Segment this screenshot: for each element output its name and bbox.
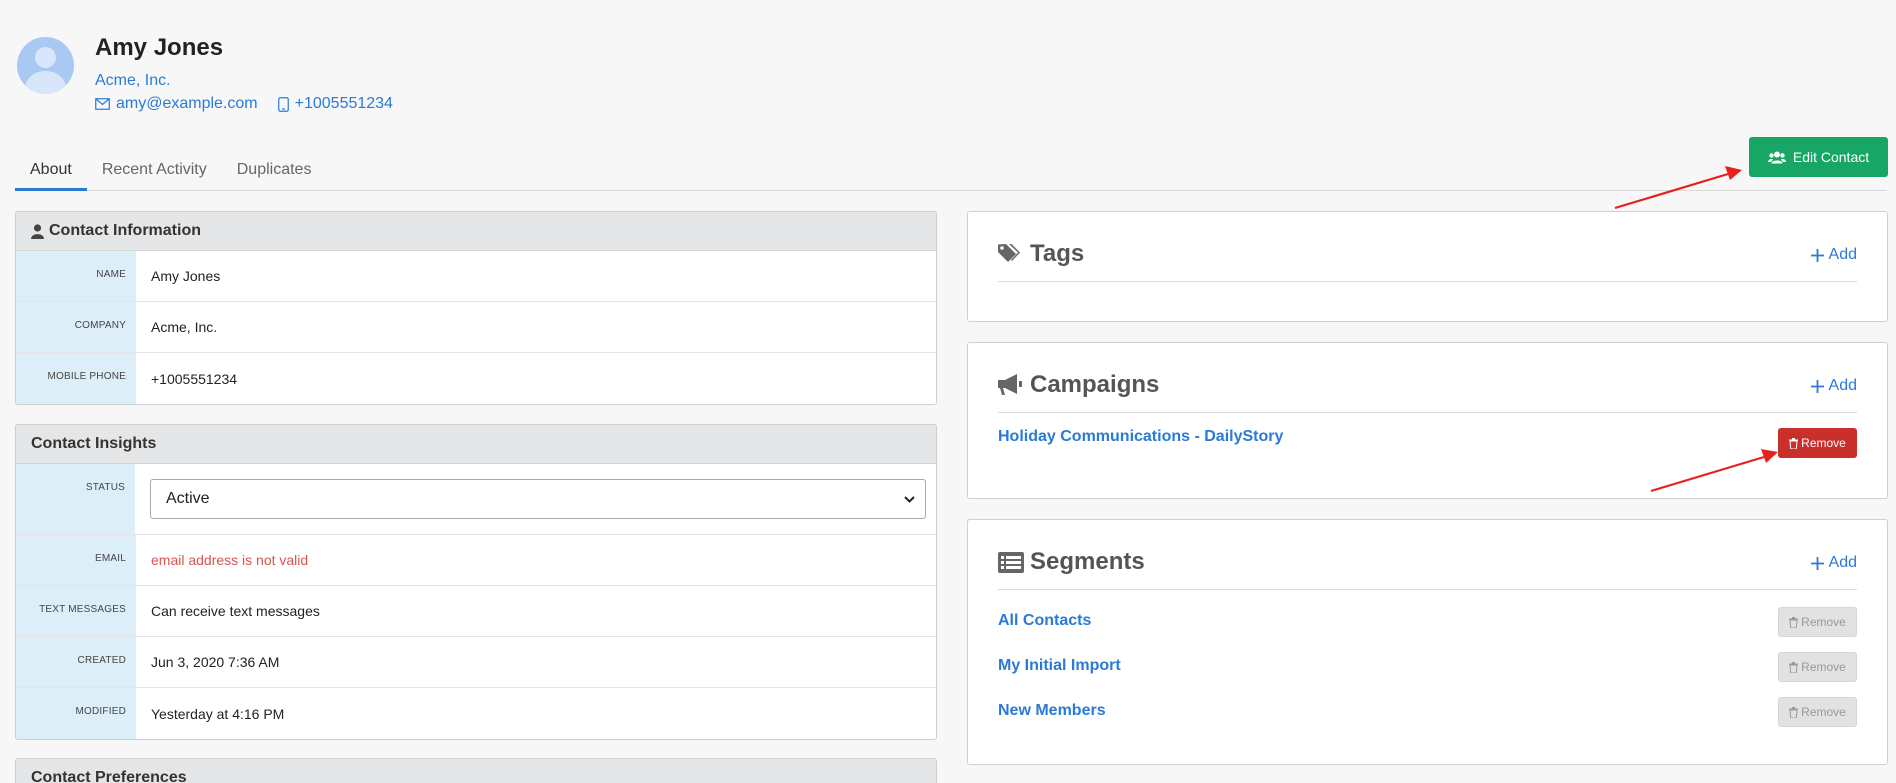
- status-select-value: Active: [166, 490, 210, 507]
- edit-contact-label: Edit Contact: [1792, 149, 1870, 165]
- contact-preferences-panel: Contact Preferences: [15, 758, 937, 783]
- insight-row-created: Created Jun 3, 2020 7:36 AM: [16, 637, 936, 688]
- tags-title-text: Tags: [1030, 240, 1085, 267]
- phone-text: +1005551234: [294, 95, 393, 112]
- company-link[interactable]: Acme, Inc.: [95, 72, 171, 90]
- campaigns-title: Campaigns: [998, 371, 1159, 399]
- remove-segment-label: Remove: [1801, 705, 1846, 719]
- campaigns-title-text: Campaigns: [1030, 371, 1160, 398]
- contact-preferences-header: Contact Preferences: [16, 759, 936, 783]
- contact-insights-panel: Contact Insights Status Active Email ema…: [15, 424, 937, 740]
- company-value-link[interactable]: Acme, Inc.: [136, 302, 936, 352]
- add-segment-label: Add: [1828, 554, 1857, 571]
- info-label: Mobile Phone: [16, 353, 136, 404]
- add-tag-label: Add: [1828, 246, 1857, 263]
- info-value: Amy Jones: [151, 268, 221, 284]
- remove-segment-label: Remove: [1801, 615, 1846, 629]
- trash-icon: [1789, 437, 1799, 449]
- list-icon: [998, 551, 1024, 573]
- plus-icon: [1810, 379, 1824, 393]
- tab-recent-activity[interactable]: Recent Activity: [87, 155, 222, 191]
- segments-title: Segments: [998, 548, 1145, 576]
- info-row-mobile-phone: Mobile Phone +1005551234: [16, 353, 936, 404]
- contact-insights-title: Contact Insights: [31, 435, 157, 452]
- add-campaign-label: Add: [1828, 377, 1857, 394]
- contact-information-panel: Contact Information Name Amy Jones Compa…: [15, 211, 937, 405]
- remove-segment-label: Remove: [1801, 660, 1846, 674]
- remove-segment-button[interactable]: Remove: [1778, 697, 1857, 727]
- user-icon: [31, 223, 44, 239]
- mobile-phone-value-link[interactable]: +1005551234: [136, 353, 936, 404]
- info-label: Company: [16, 302, 136, 352]
- remove-campaign-button[interactable]: Remove: [1778, 428, 1857, 458]
- avatar-head: [35, 47, 56, 68]
- tab-duplicates[interactable]: Duplicates: [222, 155, 327, 191]
- segment-item-link[interactable]: New Members: [998, 702, 1106, 720]
- contact-information-header: Contact Information: [16, 212, 936, 251]
- insight-row-email: Email email address is not valid: [16, 535, 936, 586]
- insight-row-text-messages: Text Messages Can receive text messages: [16, 586, 936, 637]
- insight-value: Yesterday at 4:16 PM: [151, 705, 285, 722]
- campaign-item-link[interactable]: Holiday Communications - DailyStory: [998, 428, 1283, 446]
- remove-segment-button[interactable]: Remove: [1778, 607, 1857, 637]
- users-icon: [1767, 151, 1786, 163]
- edit-contact-button[interactable]: Edit Contact: [1749, 137, 1888, 177]
- envelope-icon: [95, 98, 110, 110]
- campaigns-card: Campaigns Add Holiday Communications - D…: [967, 342, 1888, 499]
- insight-row-status: Status Active: [16, 464, 936, 535]
- add-tag-button[interactable]: Add: [1810, 246, 1857, 264]
- tags-card: Tags Add: [967, 211, 1888, 322]
- arrow-to-edit-contact: [1614, 166, 1742, 210]
- add-campaign-button[interactable]: Add: [1810, 377, 1857, 395]
- chevron-down-icon: [904, 495, 915, 503]
- tags-title: Tags: [998, 240, 1084, 268]
- contact-line: amy@example.com +1005551234: [95, 95, 393, 113]
- status-select[interactable]: Active: [150, 479, 926, 519]
- contact-insights-header: Contact Insights: [16, 425, 936, 464]
- campaigns-divider: [998, 412, 1857, 413]
- contact-name-heading: Amy Jones: [95, 34, 224, 61]
- segments-divider: [998, 589, 1857, 590]
- email-status-error: email address is not valid: [151, 552, 309, 568]
- contact-preferences-title: Contact Preferences: [31, 769, 187, 783]
- plus-icon: [1810, 556, 1824, 570]
- segment-item-link[interactable]: My Initial Import: [998, 657, 1121, 675]
- segments-card: Segments Add All Contacts Remove My Init…: [967, 519, 1888, 765]
- email-link[interactable]: amy@example.com: [95, 95, 258, 113]
- plus-icon: [1810, 248, 1824, 262]
- insight-label: Email: [16, 535, 136, 585]
- remove-campaign-label: Remove: [1801, 436, 1846, 450]
- insight-label: Modified: [16, 688, 136, 739]
- trash-icon: [1789, 616, 1799, 628]
- insight-value: Can receive text messages: [151, 603, 320, 619]
- info-row-name: Name Amy Jones: [16, 251, 936, 302]
- segments-title-text: Segments: [1030, 548, 1145, 575]
- tab-bar: About Recent Activity Duplicates: [15, 155, 326, 191]
- tab-about[interactable]: About: [15, 155, 87, 191]
- contact-information-title: Contact Information: [49, 222, 201, 239]
- insight-label: Status: [16, 464, 135, 534]
- remove-segment-button[interactable]: Remove: [1778, 652, 1857, 682]
- insight-value: Jun 3, 2020 7:36 AM: [151, 654, 280, 670]
- info-row-company: Company Acme, Inc.: [16, 302, 936, 353]
- insight-row-modified: Modified Yesterday at 4:16 PM: [16, 688, 936, 739]
- tags-icon: [998, 244, 1020, 262]
- insight-value: Active: [135, 464, 936, 534]
- add-segment-button[interactable]: Add: [1810, 554, 1857, 572]
- trash-icon: [1789, 661, 1799, 673]
- trash-icon: [1789, 706, 1799, 718]
- megaphone-icon: [998, 374, 1022, 395]
- mobile-phone-icon: [277, 96, 289, 112]
- insight-label: Created: [16, 637, 136, 687]
- avatar-body: [25, 71, 66, 94]
- insight-label: Text Messages: [16, 586, 136, 636]
- phone-link[interactable]: +1005551234: [277, 95, 393, 113]
- tags-divider: [998, 281, 1857, 282]
- avatar: [17, 37, 74, 94]
- info-label: Name: [16, 251, 136, 301]
- segment-item-link[interactable]: All Contacts: [998, 612, 1091, 630]
- email-text: amy@example.com: [116, 95, 258, 112]
